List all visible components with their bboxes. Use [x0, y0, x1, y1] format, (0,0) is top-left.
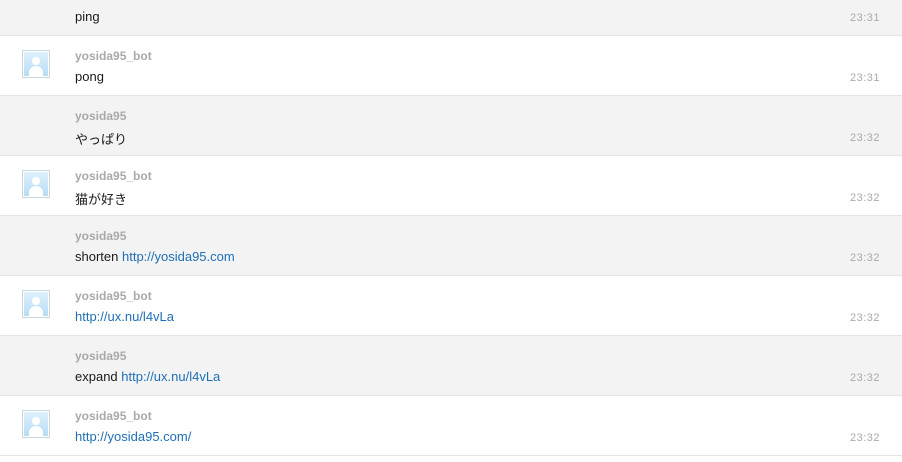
- message-link[interactable]: http://yosida95.com: [122, 249, 235, 264]
- message-link[interactable]: http://yosida95.com/: [75, 429, 191, 444]
- message-text: ping: [75, 9, 100, 24]
- chat-log: ping 23:31 yosida95_bot pong 23:31 yosid…: [0, 0, 902, 462]
- message-timestamp: 23:31: [849, 72, 880, 84]
- message-text: http://yosida95.com/: [75, 429, 191, 444]
- bot-avatar[interactable]: [22, 290, 50, 318]
- message-link[interactable]: http://ux.nu/l4vLa: [75, 309, 174, 324]
- bot-avatar[interactable]: [22, 50, 50, 78]
- message-row: yosida95_bot http://yosida95.com/ 23:32: [0, 396, 902, 456]
- message-row: yosida95_bot http://ux.nu/l4vLa 23:32: [0, 276, 902, 336]
- message-row: yosida95_bot pong 23:31: [0, 36, 902, 96]
- message-link[interactable]: http://ux.nu/l4vLa: [121, 369, 220, 384]
- message-username[interactable]: yosida95: [75, 349, 126, 363]
- message-username[interactable]: yosida95_bot: [75, 409, 152, 423]
- message-username[interactable]: yosida95: [75, 109, 126, 123]
- bot-avatar[interactable]: [22, 410, 50, 438]
- message-row: yosida95 やっぱり 23:32: [0, 96, 902, 156]
- user-silhouette-icon: [24, 52, 48, 76]
- user-silhouette-icon: [24, 172, 48, 196]
- message-row: yosida95_bot 猫が好き 23:32: [0, 156, 902, 216]
- message-text: pong: [75, 69, 104, 84]
- message-username[interactable]: yosida95: [75, 229, 126, 243]
- message-timestamp: 23:32: [849, 432, 880, 444]
- message-timestamp: 23:32: [849, 312, 880, 324]
- message-timestamp: 23:32: [849, 372, 880, 384]
- message-text: expand http://ux.nu/l4vLa: [75, 369, 221, 384]
- message-text: やっぱり: [75, 132, 128, 147]
- user-silhouette-icon: [24, 412, 48, 436]
- message-timestamp: 23:31: [849, 12, 880, 24]
- message-timestamp: 23:32: [849, 192, 880, 204]
- message-text: 猫が好き: [75, 192, 128, 207]
- message-timestamp: 23:32: [849, 252, 880, 264]
- message-row: ping 23:31: [0, 0, 902, 36]
- message-username[interactable]: yosida95_bot: [75, 289, 152, 303]
- bot-avatar[interactable]: [22, 170, 50, 198]
- user-silhouette-icon: [24, 292, 48, 316]
- message-timestamp: 23:32: [849, 132, 880, 144]
- message-username[interactable]: yosida95_bot: [75, 169, 152, 183]
- message-username[interactable]: yosida95_bot: [75, 49, 152, 63]
- message-row: yosida95 shorten http://yosida95.com 23:…: [0, 216, 902, 276]
- message-row: yosida95 expand http://ux.nu/l4vLa 23:32: [0, 336, 902, 396]
- message-text: http://ux.nu/l4vLa: [75, 309, 174, 324]
- message-text: shorten http://yosida95.com: [75, 249, 235, 264]
